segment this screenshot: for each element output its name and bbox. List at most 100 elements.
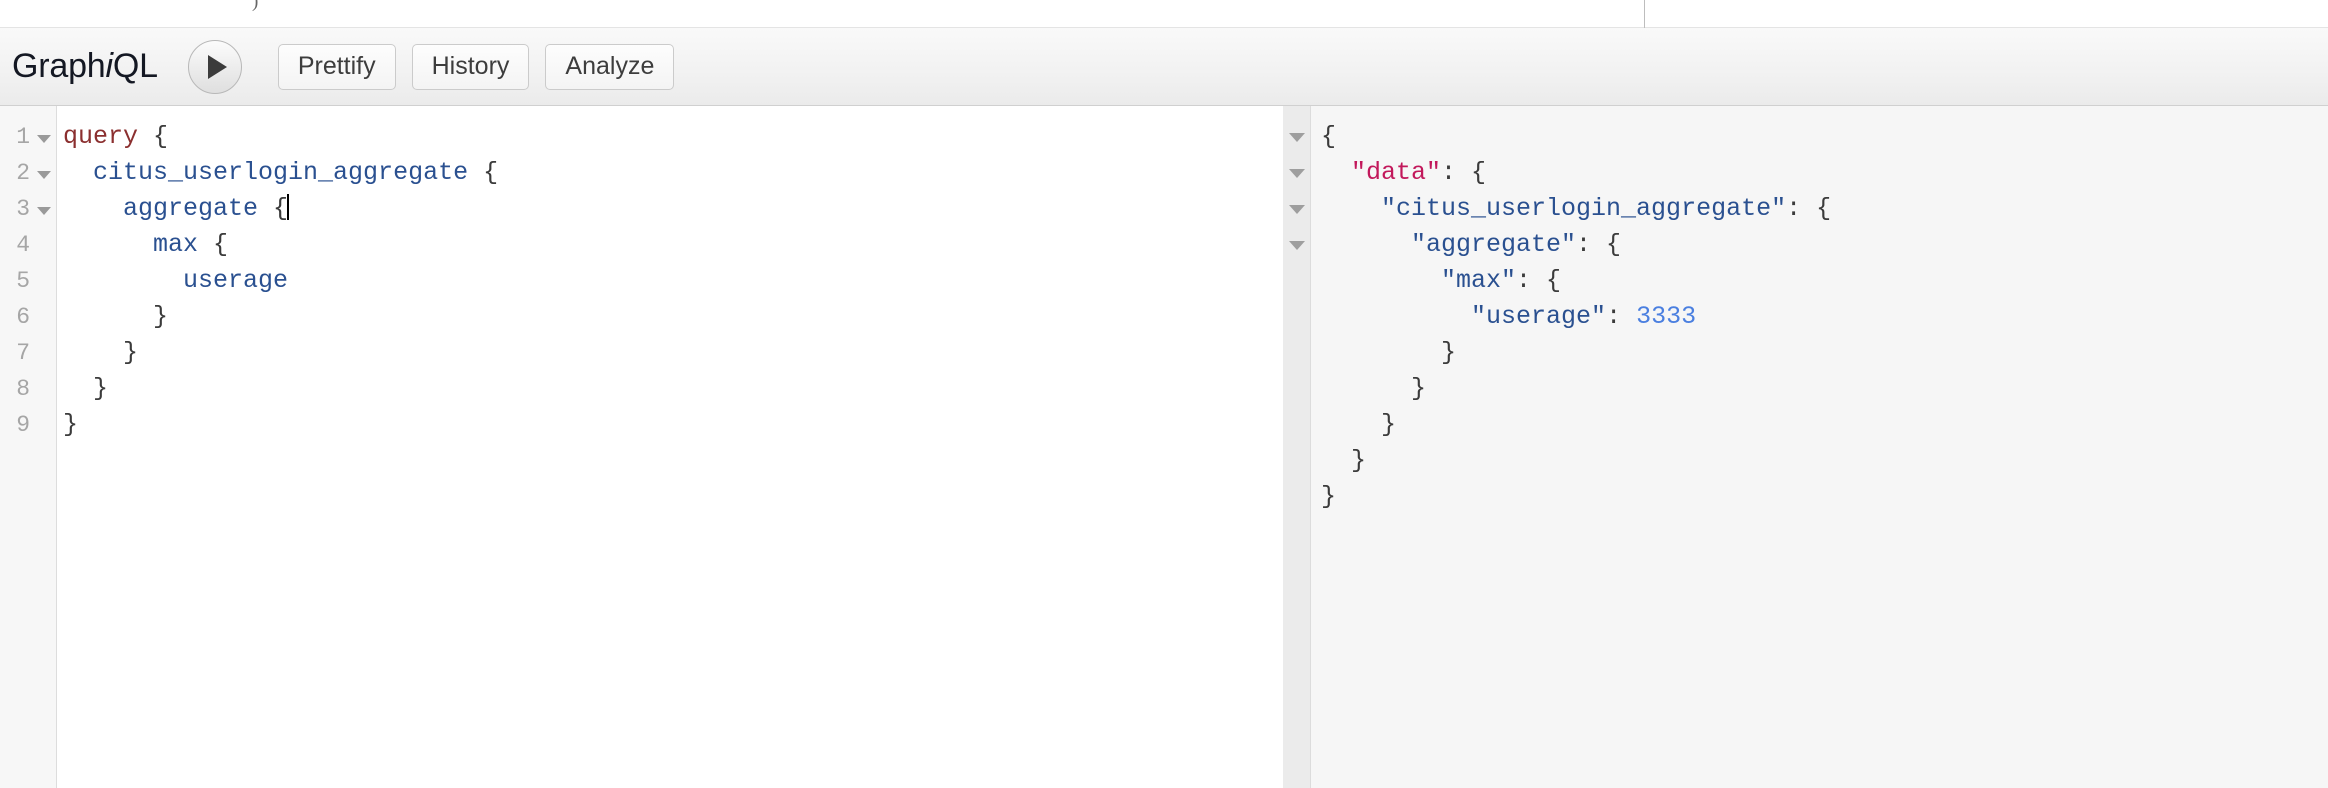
editor-gutter-row: 7 xyxy=(0,335,56,371)
play-icon xyxy=(208,54,228,79)
line-number: 3 xyxy=(16,196,30,222)
result-punctuation: } xyxy=(1441,338,1457,367)
top-strip-divider xyxy=(1644,0,1645,28)
execute-query-button[interactable] xyxy=(187,39,242,94)
code-line: } xyxy=(63,407,1283,443)
token-brace: } xyxy=(93,374,109,403)
result-key: "max" xyxy=(1441,266,1517,295)
line-number: 5 xyxy=(16,268,30,294)
logo-prefix: Graph xyxy=(12,47,106,85)
token-brace: { xyxy=(198,230,229,259)
fold-arrow-icon[interactable] xyxy=(37,134,51,143)
result-punctuation: : xyxy=(1606,302,1637,331)
prettify-button[interactable]: Prettify xyxy=(277,43,396,90)
token-brace: } xyxy=(63,410,79,439)
text-cursor xyxy=(287,194,290,220)
line-number: 4 xyxy=(16,232,30,258)
result-line: "userage": 3333 xyxy=(1321,299,2328,335)
result-gutter-row xyxy=(1283,227,1310,263)
token-field: aggregate xyxy=(123,194,259,223)
logo-suffix: QL xyxy=(112,47,158,85)
line-number: 8 xyxy=(16,376,30,402)
code-line: } xyxy=(63,299,1283,335)
top-strip-ghost-text: ) xyxy=(252,0,259,12)
code-line: query { xyxy=(63,119,1283,155)
history-button[interactable]: History xyxy=(411,43,530,90)
analyze-button[interactable]: Analyze xyxy=(545,43,675,90)
result-pane: { "data": { "citus_userlogin_aggregate":… xyxy=(1283,106,2328,788)
token-brace: { xyxy=(138,122,169,151)
fold-arrow-icon[interactable] xyxy=(37,206,51,215)
editor-gutter-row: 5 xyxy=(0,263,56,299)
code-line: max { xyxy=(63,227,1283,263)
result-line: } xyxy=(1321,479,2328,515)
editor-gutter-row: 8 xyxy=(0,371,56,407)
line-number: 6 xyxy=(16,304,30,330)
graphiql-app: ) GraphiQL Prettify History Analyze 1 2 3 4… xyxy=(0,0,2328,788)
result-key: "userage" xyxy=(1471,302,1607,331)
result-punctuation: } xyxy=(1381,410,1397,439)
result-key: "citus_userlogin_aggregate" xyxy=(1381,194,1787,223)
line-number: 7 xyxy=(16,340,30,366)
result-punctuation: } xyxy=(1411,374,1427,403)
result-punctuation: : { xyxy=(1786,194,1832,223)
editor-gutter-row: 6 xyxy=(0,299,56,335)
graphiql-logo: GraphiQL xyxy=(12,47,158,86)
editor-gutter-row: 1 xyxy=(0,119,56,155)
result-punctuation: } xyxy=(1351,446,1367,475)
code-line: } xyxy=(63,335,1283,371)
token-field: citus_userlogin_aggregate xyxy=(93,158,469,187)
code-line: aggregate { xyxy=(63,191,1283,227)
token-brace: } xyxy=(123,338,139,367)
result-line: { xyxy=(1321,119,2328,155)
editor-gutter-row: 4 xyxy=(0,227,56,263)
editor-result-split: 1 2 3 4 5 6 7 8 9 query { citus_userlogin_aggreg… xyxy=(0,106,2328,788)
result-gutter-row xyxy=(1283,155,1310,191)
editor-gutter-row: 2 xyxy=(0,155,56,191)
token-field: userage xyxy=(183,266,289,295)
result-line: } xyxy=(1321,335,2328,371)
result-line: } xyxy=(1321,443,2328,479)
result-gutter-row xyxy=(1283,191,1310,227)
result-punctuation: : { xyxy=(1516,266,1562,295)
editor-line-number-gutter: 1 2 3 4 5 6 7 8 9 xyxy=(0,106,57,788)
line-number: 9 xyxy=(16,412,30,438)
editor-gutter-row: 3 xyxy=(0,191,56,227)
token-brace: { xyxy=(258,194,289,223)
result-punctuation: : { xyxy=(1441,158,1487,187)
logo-italic-i: i xyxy=(105,47,114,85)
fold-arrow-icon[interactable] xyxy=(37,170,51,179)
code-line: userage xyxy=(63,263,1283,299)
result-fold-gutter xyxy=(1283,106,1311,788)
result-line: } xyxy=(1321,407,2328,443)
result-punctuation: : { xyxy=(1576,230,1622,259)
result-data-key: "data" xyxy=(1351,158,1442,187)
fold-arrow-icon[interactable] xyxy=(1288,204,1305,214)
token-brace: } xyxy=(153,302,169,331)
page-top-strip: ) xyxy=(0,0,2328,28)
result-line: "aggregate": { xyxy=(1321,227,2328,263)
line-number: 2 xyxy=(16,160,30,186)
result-line: "citus_userlogin_aggregate": { xyxy=(1321,191,2328,227)
result-punctuation: } xyxy=(1321,482,1337,511)
line-number: 1 xyxy=(16,124,30,150)
result-line: "data": { xyxy=(1321,155,2328,191)
token-field: max xyxy=(153,230,199,259)
result-key: "aggregate" xyxy=(1411,230,1577,259)
query-editor-code[interactable]: query { citus_userlogin_aggregate { aggr… xyxy=(57,106,1283,788)
code-line: citus_userlogin_aggregate { xyxy=(63,155,1283,191)
result-punctuation: { xyxy=(1321,122,1337,151)
query-editor-pane[interactable]: 1 2 3 4 5 6 7 8 9 query { citus_userlogin_aggreg… xyxy=(0,106,1283,788)
fold-arrow-icon[interactable] xyxy=(1288,168,1305,178)
token-brace: { xyxy=(468,158,499,187)
result-json: { "data": { "citus_userlogin_aggregate":… xyxy=(1311,106,2328,788)
fold-arrow-icon[interactable] xyxy=(1288,132,1305,142)
graphiql-toolbar: GraphiQL Prettify History Analyze xyxy=(0,28,2328,106)
result-value: 3333 xyxy=(1636,302,1697,331)
fold-arrow-icon[interactable] xyxy=(1288,240,1305,250)
token-keyword: query xyxy=(63,122,139,151)
result-line: "max": { xyxy=(1321,263,2328,299)
editor-gutter-row: 9 xyxy=(0,407,56,443)
code-line: } xyxy=(63,371,1283,407)
result-line: } xyxy=(1321,371,2328,407)
